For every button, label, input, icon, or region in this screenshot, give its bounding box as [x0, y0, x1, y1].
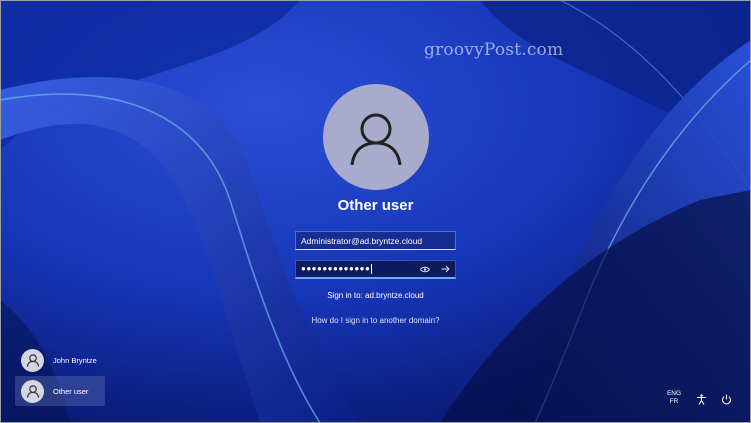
- username-value: Administrator@ad.bryntze.cloud: [301, 235, 423, 246]
- reveal-password-button[interactable]: [415, 261, 435, 278]
- user-icon: [26, 385, 39, 398]
- selected-user-name: Other user: [337, 197, 414, 214]
- input-language-button[interactable]: ENG FR: [665, 390, 683, 406]
- watermark: groovyPost.com: [424, 40, 564, 60]
- username-input[interactable]: Administrator@ad.bryntze.cloud: [295, 231, 456, 250]
- language-secondary: FR: [669, 398, 679, 405]
- user-avatar-large: [323, 84, 429, 190]
- sign-in-domain-text: Sign in to: ad.bryntze.cloud: [327, 291, 424, 300]
- avatar: [21, 379, 44, 403]
- user-switcher-list: John Bryntze Other user: [15, 345, 105, 407]
- user-item-john-bryntze[interactable]: John Bryntze: [15, 345, 105, 375]
- arrow-right-icon: [441, 265, 450, 273]
- user-item-label: Other user: [53, 386, 89, 396]
- text-caret: [371, 264, 373, 274]
- accessibility-icon: [696, 393, 706, 405]
- power-icon: [721, 394, 731, 404]
- password-value: ●●●●●●●●●●●●●: [301, 264, 373, 274]
- user-item-other-user[interactable]: Other user: [15, 376, 105, 406]
- domain-help-link[interactable]: How do I sign in to another domain?: [0, 316, 751, 325]
- eye-icon: [420, 266, 430, 272]
- user-icon: [350, 113, 402, 166]
- submit-button[interactable]: [435, 261, 455, 278]
- user-item-label: John Bryntze: [53, 355, 97, 365]
- avatar: [21, 348, 44, 372]
- password-input[interactable]: ●●●●●●●●●●●●●: [295, 260, 456, 279]
- accessibility-button[interactable]: [694, 392, 708, 406]
- language-primary: ENG: [666, 390, 682, 397]
- user-icon: [26, 354, 39, 367]
- power-button[interactable]: [719, 392, 733, 406]
